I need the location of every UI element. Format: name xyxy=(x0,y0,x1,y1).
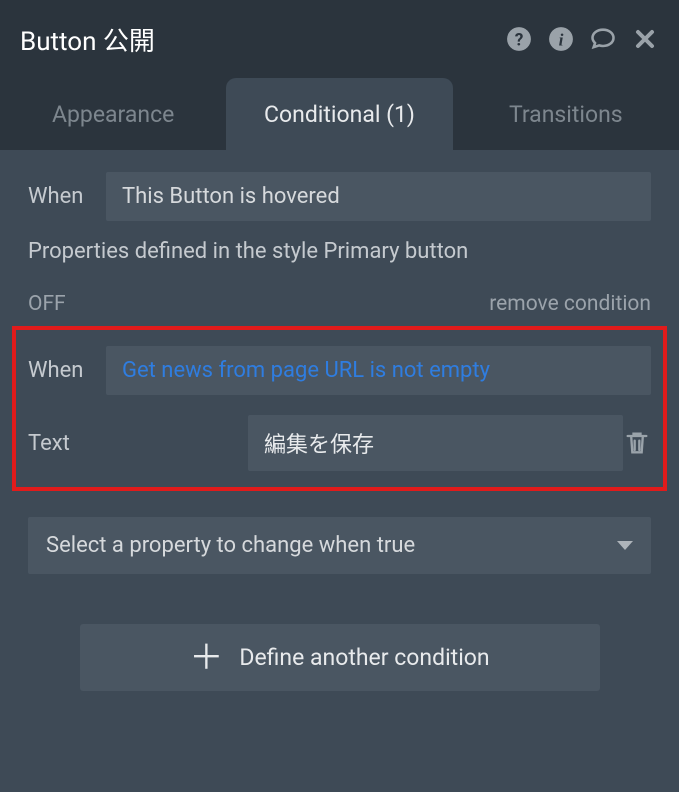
style-inheritance-note: Properties defined in the style Primary … xyxy=(28,239,651,264)
tab-appearance[interactable]: Appearance xyxy=(0,78,226,150)
condition-1-expression[interactable]: This Button is hovered xyxy=(106,172,651,221)
when-label-2: When xyxy=(28,358,106,383)
text-property-label: Text xyxy=(28,431,248,456)
chevron-down-icon xyxy=(617,541,633,550)
tab-conditional[interactable]: Conditional (1) xyxy=(226,78,452,150)
help-icon[interactable]: ? xyxy=(505,25,533,53)
condition-1-row: When This Button is hovered xyxy=(28,172,651,221)
tab-transitions[interactable]: Transitions xyxy=(453,78,679,150)
define-another-condition-button[interactable]: ＋ Define another condition xyxy=(80,624,600,691)
svg-text:i: i xyxy=(559,31,564,50)
text-property-input[interactable]: 編集を保存 xyxy=(248,415,623,471)
info-icon[interactable]: i xyxy=(547,25,575,53)
header-icon-group: ? i xyxy=(505,25,659,53)
property-select-dropdown[interactable]: Select a property to change when true xyxy=(28,517,651,574)
condition-2-status-row: OFF remove condition xyxy=(28,292,651,316)
define-another-condition-label: Define another condition xyxy=(239,644,489,671)
condition-status-off[interactable]: OFF xyxy=(28,292,66,316)
when-label: When xyxy=(28,184,106,209)
content-area: When This Button is hovered Properties d… xyxy=(0,150,679,691)
highlighted-condition-block: When Get news from page URL is not empty… xyxy=(12,326,667,491)
plus-icon: ＋ xyxy=(189,648,223,668)
text-property-row: Text 編集を保存 xyxy=(28,415,651,471)
condition-2-expression[interactable]: Get news from page URL is not empty xyxy=(106,346,651,395)
property-select-placeholder: Select a property to change when true xyxy=(46,533,415,558)
close-icon[interactable] xyxy=(631,25,659,53)
trash-icon[interactable] xyxy=(623,429,651,457)
svg-text:?: ? xyxy=(515,31,524,51)
remove-condition-link[interactable]: remove condition xyxy=(489,292,651,316)
comment-icon[interactable] xyxy=(589,25,617,53)
panel-title: Button 公開 xyxy=(20,21,505,58)
property-editor-panel: Button 公開 ? i Appearance Conditional (1)… xyxy=(0,0,679,792)
tab-bar: Appearance Conditional (1) Transitions xyxy=(0,78,679,150)
panel-header: Button 公開 ? i xyxy=(0,0,679,78)
condition-2-row: When Get news from page URL is not empty xyxy=(28,346,651,395)
